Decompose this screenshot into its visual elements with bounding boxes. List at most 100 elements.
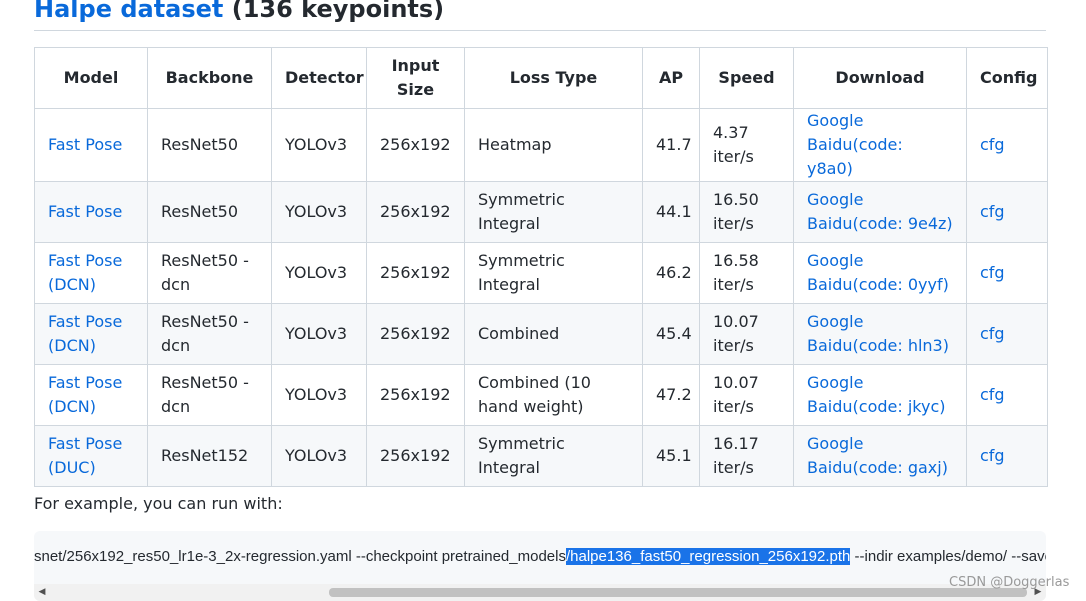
detector-cell: YOLOv3: [271, 364, 367, 426]
input-size-cell: 256x192: [366, 181, 465, 243]
heading-divider: [34, 30, 1046, 31]
table-row: Fast Pose (DCN) ResNet50 - dcn YOLOv3 25…: [34, 242, 1048, 304]
header-loss-type: Loss Type: [464, 47, 643, 109]
ap-cell: 45.1: [642, 425, 700, 487]
backbone-cell: ResNet50 - dcn: [147, 364, 272, 426]
baidu-download-link[interactable]: Baidu(code: gaxj): [807, 458, 948, 477]
config-link[interactable]: cfg: [980, 324, 1005, 343]
model-link[interactable]: Fast Pose (DCN): [48, 251, 122, 294]
config-link[interactable]: cfg: [980, 135, 1005, 154]
model-link[interactable]: Fast Pose (DUC): [48, 434, 122, 477]
config-cell: cfg: [966, 181, 1048, 243]
header-detector: Detector: [271, 47, 367, 109]
model-cell: Fast Pose: [34, 181, 148, 243]
header-input-size: Input Size: [366, 47, 465, 109]
heading-suffix: (136 keypoints): [223, 0, 445, 23]
model-cell: Fast Pose (DCN): [34, 364, 148, 426]
speed-cell: 16.17 iter/s: [699, 425, 794, 487]
ap-cell: 46.2: [642, 242, 700, 304]
detector-cell: YOLOv3: [271, 242, 367, 304]
halpe-dataset-link[interactable]: Halpe dataset: [34, 0, 223, 23]
speed-cell: 16.50 iter/s: [699, 181, 794, 243]
input-size-cell: 256x192: [366, 108, 465, 182]
header-backbone: Backbone: [147, 47, 272, 109]
loss-type-cell: Combined: [464, 303, 643, 365]
table-row: Fast Pose (DCN) ResNet50 - dcn YOLOv3 25…: [34, 364, 1048, 426]
baidu-download-link[interactable]: Baidu(code: jkyc): [807, 397, 945, 416]
detector-cell: YOLOv3: [271, 108, 367, 182]
horizontal-scrollbar[interactable]: ◀ ▶: [34, 584, 1046, 601]
table-row: Fast Pose (DUC) ResNet152 YOLOv3 256x192…: [34, 425, 1048, 487]
google-download-link[interactable]: Google: [807, 190, 863, 209]
config-cell: cfg: [966, 425, 1048, 487]
model-cell: Fast Pose (DCN): [34, 303, 148, 365]
backbone-cell: ResNet50 - dcn: [147, 242, 272, 304]
ap-cell: 41.7: [642, 108, 700, 182]
header-config: Config: [966, 47, 1048, 109]
google-download-link[interactable]: Google: [807, 373, 863, 392]
code-text-after: --indir examples/demo/ --save_img: [854, 548, 1046, 565]
download-cell: Google Baidu(code: gaxj): [793, 425, 967, 487]
baidu-download-link[interactable]: Baidu(code: y8a0): [807, 135, 903, 178]
download-cell: Google Baidu(code: jkyc): [793, 364, 967, 426]
google-download-link[interactable]: Google: [807, 251, 863, 270]
header-speed: Speed: [699, 47, 794, 109]
speed-cell: 10.07 iter/s: [699, 303, 794, 365]
code-block[interactable]: snet/256x192_res50_lr1e-3_2x-regression.…: [34, 531, 1046, 601]
config-cell: cfg: [966, 242, 1048, 304]
input-size-cell: 256x192: [366, 364, 465, 426]
config-link[interactable]: cfg: [980, 446, 1005, 465]
model-link[interactable]: Fast Pose: [48, 202, 122, 221]
table-row: Fast Pose (DCN) ResNet50 - dcn YOLOv3 25…: [34, 303, 1048, 365]
table-row: Fast Pose ResNet50 YOLOv3 256x192 Heatma…: [34, 108, 1048, 182]
loss-type-cell: Combined (10 hand weight): [464, 364, 643, 426]
loss-type-cell: Symmetric Integral: [464, 242, 643, 304]
google-download-link[interactable]: Google: [807, 434, 863, 453]
download-cell: Google Baidu(code: 0yyf): [793, 242, 967, 304]
config-link[interactable]: cfg: [980, 385, 1005, 404]
detector-cell: YOLOv3: [271, 425, 367, 487]
backbone-cell: ResNet50: [147, 108, 272, 182]
example-paragraph: For example, you can run with:: [34, 494, 283, 513]
ap-cell: 44.1: [642, 181, 700, 243]
header-download: Download: [793, 47, 967, 109]
download-cell: Google Baidu(code: hln3): [793, 303, 967, 365]
google-download-link[interactable]: Google: [807, 111, 863, 130]
triangle-left-icon[interactable]: ◀: [34, 584, 50, 601]
model-cell: Fast Pose (DCN): [34, 242, 148, 304]
code-text-before: snet/256x192_res50_lr1e-3_2x-regression.…: [34, 548, 566, 565]
watermark: CSDN @Doggerlas: [949, 575, 1070, 590]
model-link[interactable]: Fast Pose (DCN): [48, 312, 122, 355]
code-line[interactable]: snet/256x192_res50_lr1e-3_2x-regression.…: [34, 546, 1046, 568]
config-link[interactable]: cfg: [980, 263, 1005, 282]
model-link[interactable]: Fast Pose: [48, 135, 122, 154]
google-download-link[interactable]: Google: [807, 312, 863, 331]
loss-type-cell: Symmetric Integral: [464, 425, 643, 487]
baidu-download-link[interactable]: Baidu(code: 9e4z): [807, 214, 953, 233]
model-link[interactable]: Fast Pose (DCN): [48, 373, 122, 416]
baidu-download-link[interactable]: Baidu(code: hln3): [807, 336, 949, 355]
ap-cell: 45.4: [642, 303, 700, 365]
input-size-cell: 256x192: [366, 425, 465, 487]
selected-code-text[interactable]: /halpe136_fast50_regression_256x192.pth: [565, 548, 851, 565]
config-cell: cfg: [966, 108, 1048, 182]
scrollbar-thumb[interactable]: [329, 588, 1027, 597]
models-table: Model Backbone Detector Input Size Loss …: [34, 47, 1048, 487]
baidu-download-link[interactable]: Baidu(code: 0yyf): [807, 275, 949, 294]
table-body: Fast Pose ResNet50 YOLOv3 256x192 Heatma…: [34, 108, 1048, 487]
table-row: Fast Pose ResNet50 YOLOv3 256x192 Symmet…: [34, 181, 1048, 243]
model-cell: Fast Pose: [34, 108, 148, 182]
config-link[interactable]: cfg: [980, 202, 1005, 221]
ap-cell: 47.2: [642, 364, 700, 426]
speed-cell: 10.07 iter/s: [699, 364, 794, 426]
speed-cell: 16.58 iter/s: [699, 242, 794, 304]
detector-cell: YOLOv3: [271, 181, 367, 243]
backbone-cell: ResNet50 - dcn: [147, 303, 272, 365]
input-size-cell: 256x192: [366, 303, 465, 365]
speed-cell: 4.37 iter/s: [699, 108, 794, 182]
download-cell: Google Baidu(code: y8a0): [793, 108, 967, 182]
table-header-row: Model Backbone Detector Input Size Loss …: [34, 47, 1048, 109]
model-cell: Fast Pose (DUC): [34, 425, 148, 487]
config-cell: cfg: [966, 364, 1048, 426]
section-heading: Halpe dataset (136 keypoints): [34, 0, 444, 26]
